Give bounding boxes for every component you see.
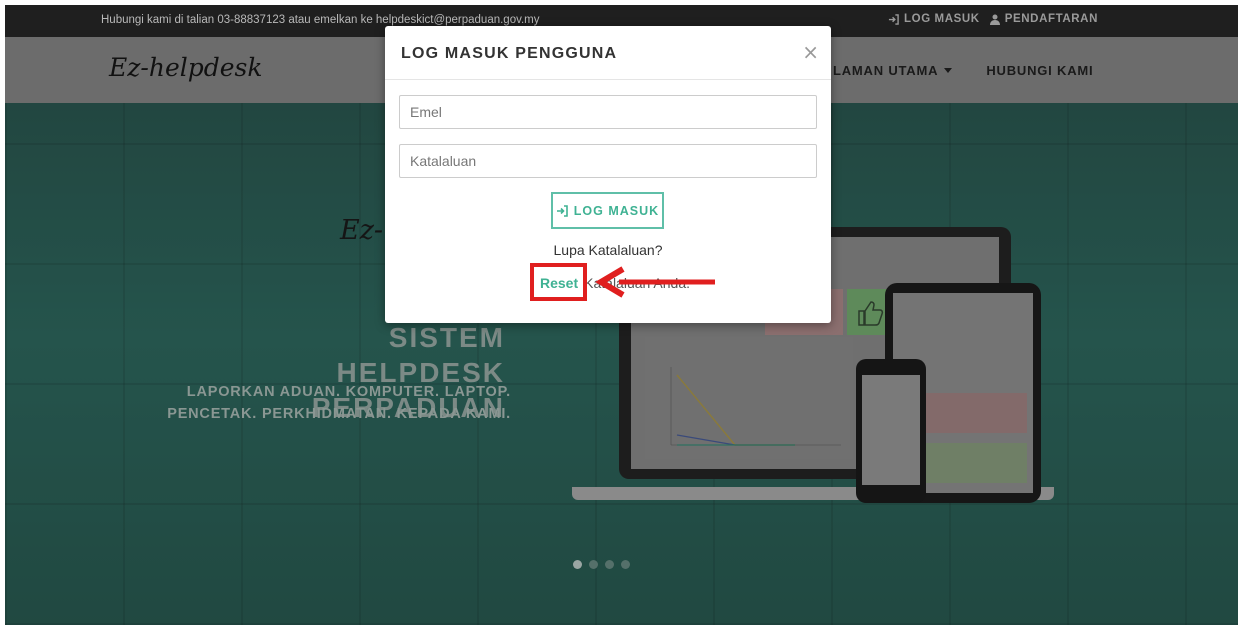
modal-header: LOG MASUK PENGGUNA × bbox=[385, 26, 831, 80]
hero-brand: Ez- bbox=[340, 215, 384, 246]
register-link[interactable]: PENDAFTARAN bbox=[989, 13, 1098, 25]
sign-in-icon bbox=[556, 204, 568, 217]
sign-in-icon bbox=[888, 13, 899, 25]
carousel-dot[interactable] bbox=[573, 560, 582, 569]
email-field[interactable] bbox=[399, 95, 817, 129]
contact-info: Hubungi kami di talian 03-88837123 atau … bbox=[101, 14, 540, 26]
phone-mockup bbox=[856, 359, 926, 503]
performance-chart-card bbox=[645, 337, 853, 459]
performance-chart bbox=[670, 367, 841, 446]
carousel-dot[interactable] bbox=[605, 560, 614, 569]
login-button[interactable]: LOG MASUK bbox=[551, 192, 664, 229]
highlight-box bbox=[530, 263, 587, 301]
hero-subtitle: LAPORKAN ADUAN. KOMPUTER. LAPTOP. PENCET… bbox=[167, 384, 511, 422]
auth-links: LOG MASUK PENDAFTARAN bbox=[888, 13, 1098, 25]
carousel-indicators bbox=[573, 560, 630, 569]
nav-contact[interactable]: HUBUNGI KAMI bbox=[986, 63, 1093, 78]
modal-title: LOG MASUK PENGGUNA bbox=[401, 45, 618, 62]
nav-links: LAMAN UTAMA HUBUNGI KAMI bbox=[833, 63, 1093, 78]
forgot-password-text: Lupa Katalaluan? bbox=[553, 242, 663, 258]
login-link[interactable]: LOG MASUK bbox=[888, 13, 980, 25]
user-icon bbox=[989, 14, 1000, 25]
carousel-dot[interactable] bbox=[621, 560, 630, 569]
nav-home[interactable]: LAMAN UTAMA bbox=[833, 63, 953, 78]
arrow-left-icon bbox=[595, 266, 715, 298]
caret-down-icon bbox=[944, 67, 953, 73]
close-icon[interactable]: × bbox=[802, 40, 819, 64]
app-frame: Hubungi kami di talian 03-88837123 atau … bbox=[5, 5, 1238, 625]
password-field[interactable] bbox=[399, 144, 817, 178]
carousel-dot[interactable] bbox=[589, 560, 598, 569]
brand-logo[interactable]: Ez-helpdesk bbox=[109, 53, 263, 82]
